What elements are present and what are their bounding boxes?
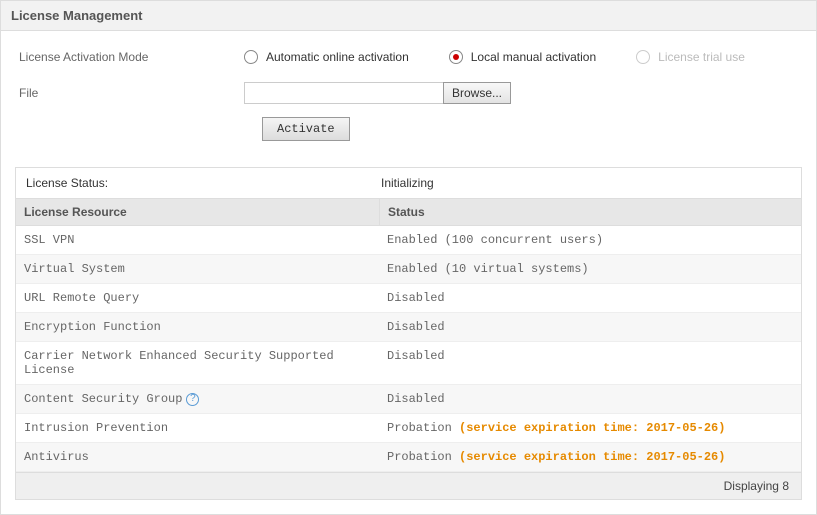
activate-button[interactable]: Activate <box>262 117 350 141</box>
resource-text: SSL VPN <box>24 233 74 247</box>
radio-local-manual[interactable]: Local manual activation <box>449 50 596 64</box>
grid-header: License Resource Status <box>16 198 801 226</box>
activation-mode-radio-group: Automatic online activation Local manual… <box>244 50 745 64</box>
browse-button[interactable]: Browse... <box>443 82 511 104</box>
cell-status: Enabled (100 concurrent users) <box>379 226 801 254</box>
status-text: Probation <box>387 421 459 435</box>
radio-icon <box>636 50 650 64</box>
status-text: Disabled <box>387 320 445 334</box>
file-label: File <box>19 86 244 100</box>
resource-text: Intrusion Prevention <box>24 421 168 435</box>
cell-resource: Content Security Group? <box>16 385 379 413</box>
cell-status: Probation (service expiration time: 2017… <box>379 414 801 442</box>
status-text: Enabled (100 concurrent users) <box>387 233 603 247</box>
col-header-status[interactable]: Status <box>379 199 801 225</box>
grid-body: SSL VPN Enabled (100 concurrent users) Vir… <box>16 226 801 472</box>
radio-icon <box>449 50 463 64</box>
resource-text: Virtual System <box>24 262 125 276</box>
table-row[interactable]: URL Remote Query Disabled <box>16 284 801 313</box>
table-row[interactable]: Intrusion Prevention Probation (service e… <box>16 414 801 443</box>
status-text: Disabled <box>387 392 445 406</box>
cell-resource: SSL VPN <box>16 226 379 254</box>
resource-text: Content Security Group <box>24 392 182 406</box>
radio-automatic-online[interactable]: Automatic online activation <box>244 50 409 64</box>
col-header-resource[interactable]: License Resource <box>16 199 379 225</box>
resource-text: Antivirus <box>24 450 89 464</box>
radio-label: Automatic online activation <box>266 50 409 64</box>
resource-text: URL Remote Query <box>24 291 139 305</box>
table-row[interactable]: Content Security Group? Disabled <box>16 385 801 414</box>
status-text: Probation <box>387 450 459 464</box>
license-status-label: License Status: <box>26 176 381 190</box>
radio-icon <box>244 50 258 64</box>
cell-status: Probation (service expiration time: 2017… <box>379 443 801 471</box>
cell-resource: URL Remote Query <box>16 284 379 312</box>
license-status-row: License Status: Initializing <box>16 168 801 198</box>
license-management-panel: License Management License Activation Mo… <box>0 0 817 515</box>
grid-footer: Displaying 8 <box>16 472 801 499</box>
table-row[interactable]: Antivirus Probation (service expiration t… <box>16 443 801 472</box>
status-text: Disabled <box>387 349 445 363</box>
table-row[interactable]: Encryption Function Disabled <box>16 313 801 342</box>
cell-resource: Intrusion Prevention <box>16 414 379 442</box>
cell-resource: Encryption Function <box>16 313 379 341</box>
cell-status: Disabled <box>379 313 801 341</box>
expiration-text: (service expiration time: 2017-05-26) <box>459 421 725 435</box>
radio-license-trial: License trial use <box>636 50 745 64</box>
radio-label: License trial use <box>658 50 745 64</box>
activation-form: License Activation Mode Automatic online… <box>1 31 816 153</box>
cell-resource: Virtual System <box>16 255 379 283</box>
radio-label: Local manual activation <box>471 50 596 64</box>
table-row[interactable]: Virtual System Enabled (10 virtual system… <box>16 255 801 284</box>
status-text: Enabled (10 virtual systems) <box>387 262 589 276</box>
table-row[interactable]: Carrier Network Enhanced Security Suppor… <box>16 342 801 385</box>
license-status-value: Initializing <box>381 176 434 190</box>
status-text: Disabled <box>387 291 445 305</box>
expiration-text: (service expiration time: 2017-05-26) <box>459 450 725 464</box>
cell-resource: Carrier Network Enhanced Security Suppor… <box>16 342 379 384</box>
activation-mode-label: License Activation Mode <box>19 50 244 64</box>
cell-resource: Antivirus <box>16 443 379 471</box>
panel-title: License Management <box>1 1 816 31</box>
table-row[interactable]: SSL VPN Enabled (100 concurrent users) <box>16 226 801 255</box>
resource-text: Encryption Function <box>24 320 161 334</box>
help-icon[interactable]: ? <box>186 393 199 406</box>
license-status-panel: License Status: Initializing License Res… <box>15 167 802 500</box>
cell-status: Disabled <box>379 284 801 312</box>
cell-status: Enabled (10 virtual systems) <box>379 255 801 283</box>
cell-status: Disabled <box>379 385 801 413</box>
resource-text: Carrier Network Enhanced Security Suppor… <box>24 349 371 377</box>
cell-status: Disabled <box>379 342 801 384</box>
file-path-input[interactable] <box>244 82 444 104</box>
